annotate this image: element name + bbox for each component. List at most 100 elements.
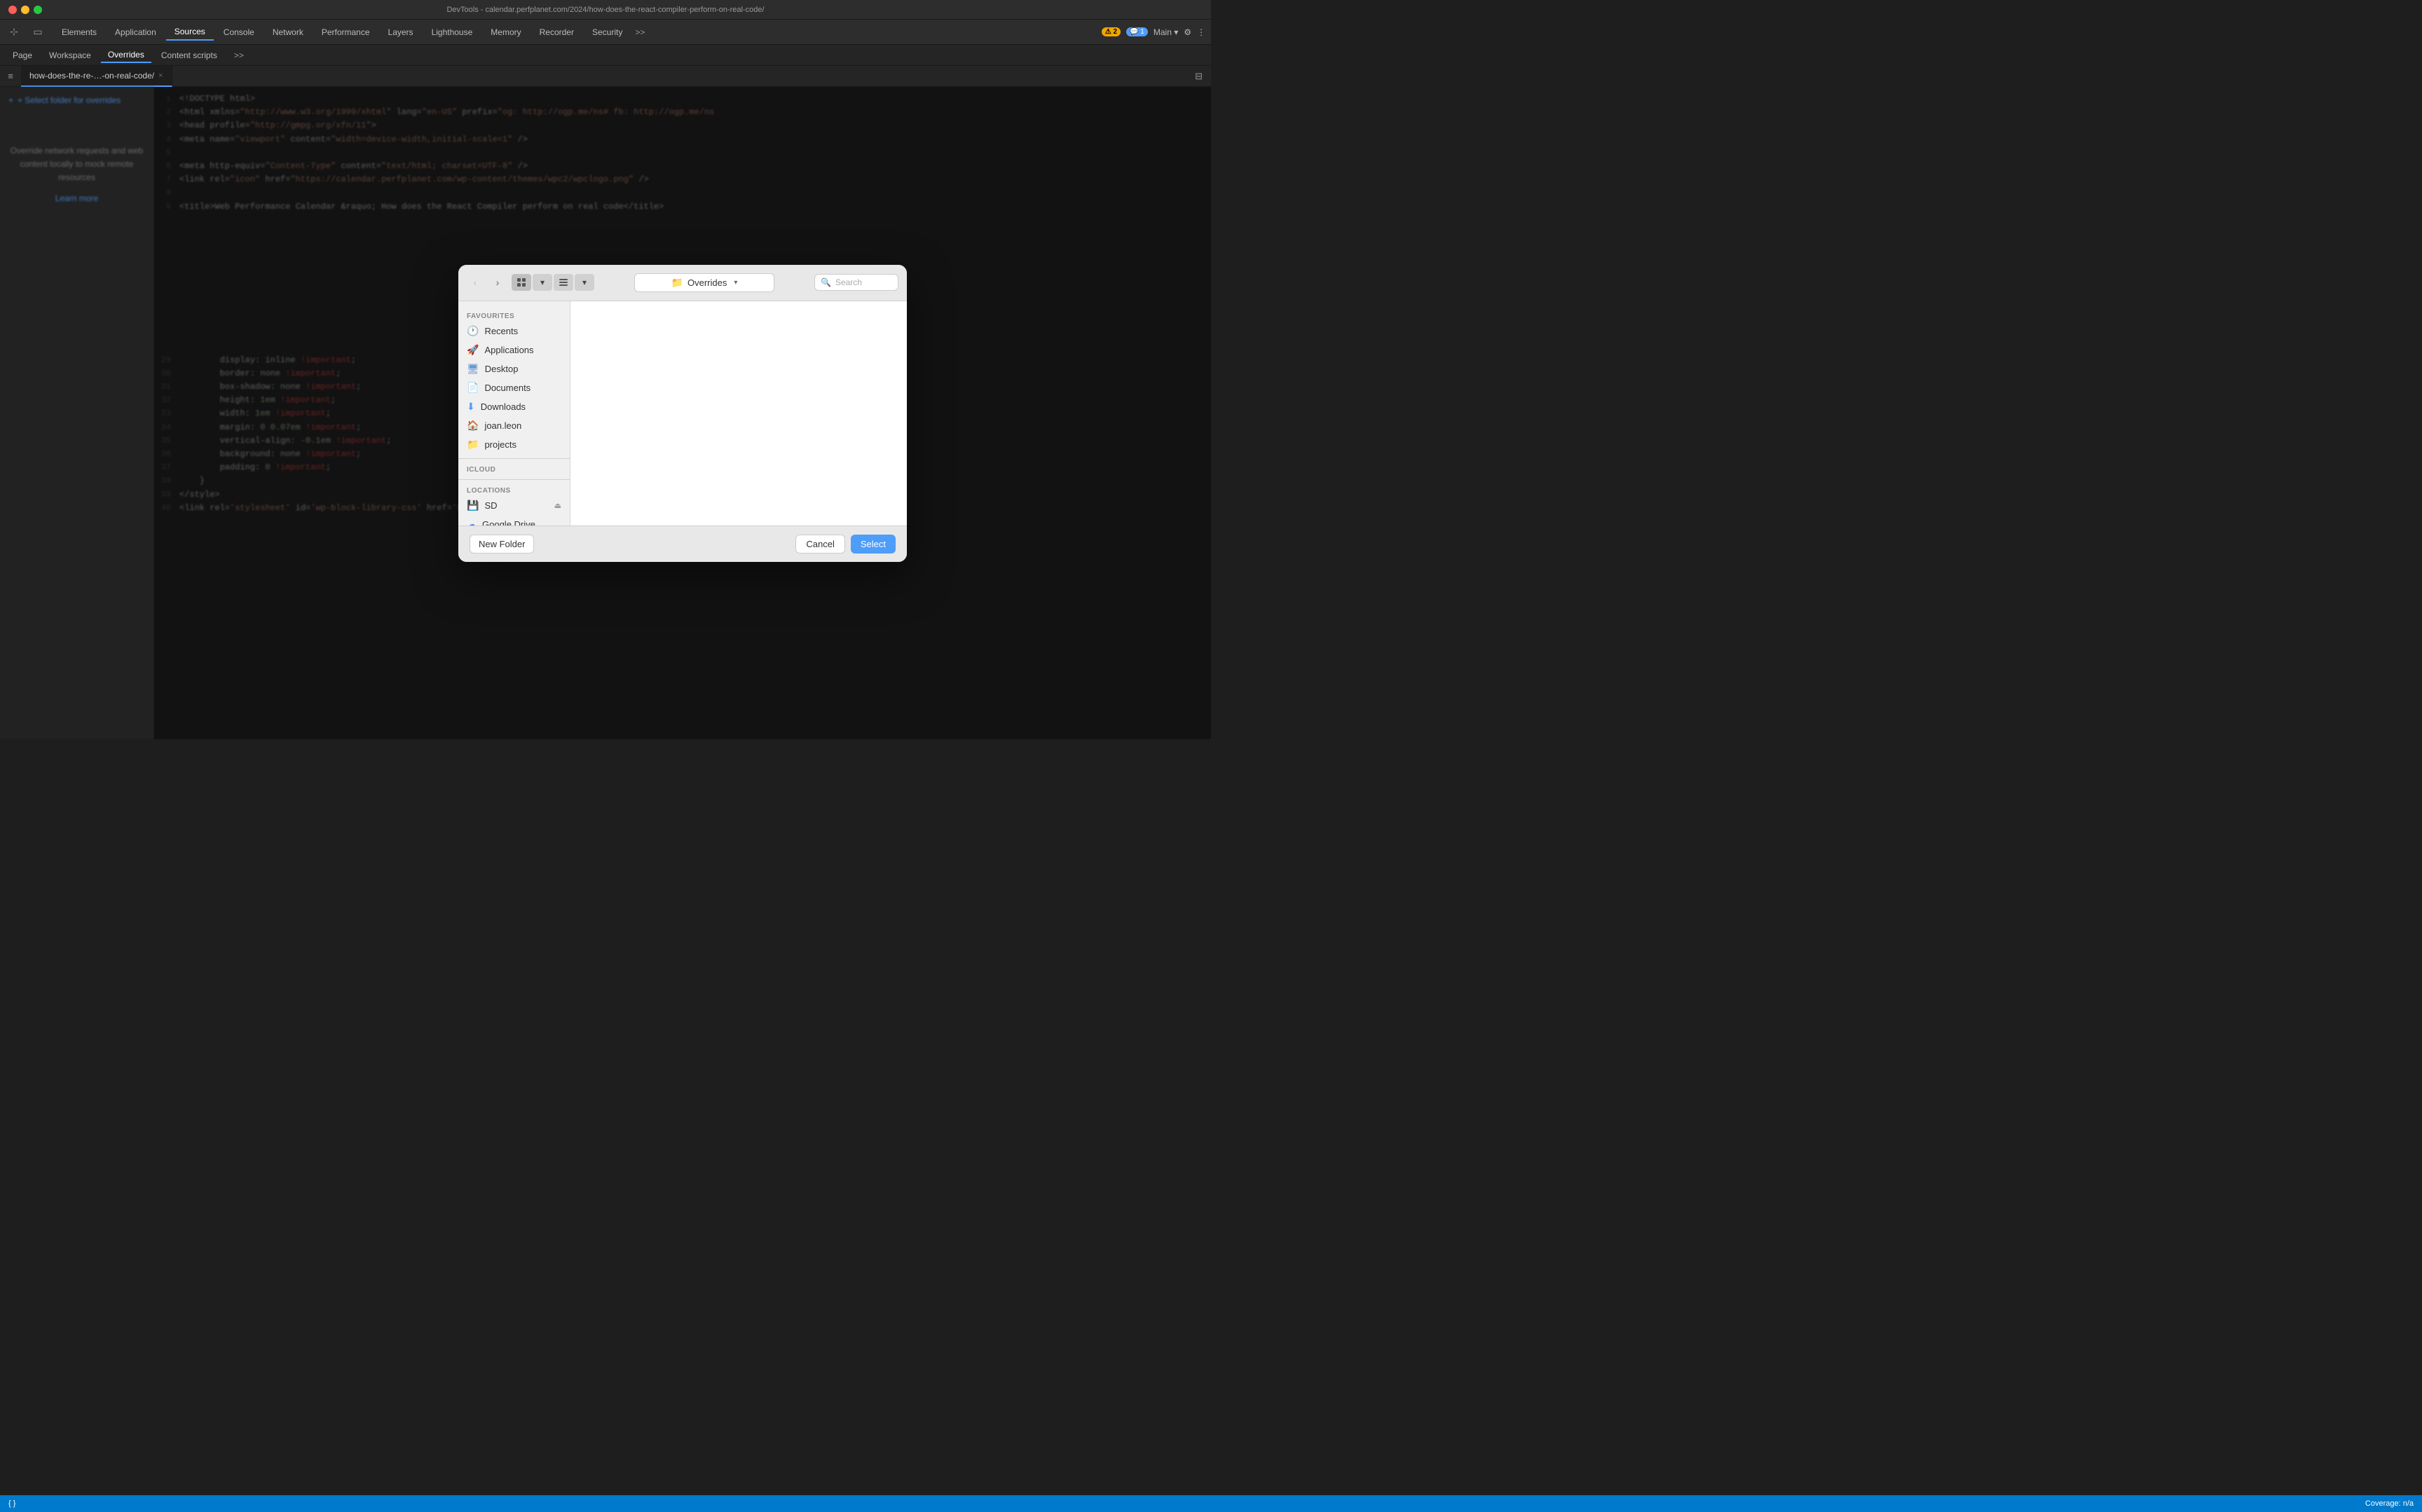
picker-back-button[interactable]: ‹ — [467, 274, 484, 291]
sidebar-item-applications[interactable]: 🚀 Applications — [458, 341, 570, 359]
locations-section-label: Locations — [458, 484, 570, 496]
tab-elements[interactable]: Elements — [53, 25, 105, 40]
sidebar-item-desktop-label: Desktop — [485, 364, 519, 374]
select-button[interactable]: Select — [851, 535, 896, 554]
left-panel: + + Select folder for overrides Override… — [0, 87, 154, 739]
status-area: ⚠ 2 💬 1 Main ▾ ⚙ ⋮ — [1102, 27, 1205, 37]
recents-icon: 🕐 — [467, 325, 479, 337]
messages-badge: 💬 1 — [1126, 27, 1148, 36]
sub-tab-page[interactable]: Page — [6, 48, 39, 62]
more-tabs-button[interactable]: >> — [632, 25, 648, 40]
sidebar-divider-2 — [458, 479, 570, 480]
sidebar-item-projects[interactable]: 📁 projects — [458, 435, 570, 454]
tab-memory[interactable]: Memory — [482, 25, 529, 40]
sidebar-item-documents-label: Documents — [484, 383, 531, 393]
picker-content — [570, 301, 907, 525]
picker-body: Favourites 🕐 Recents 🚀 Applications 🖥 De… — [458, 301, 907, 525]
sidebar-item-joan-leon-label: joan.leon — [484, 420, 521, 431]
sidebar-item-recents[interactable]: 🕐 Recents — [458, 322, 570, 341]
picker-grid-view-button[interactable] — [512, 274, 531, 291]
sub-tab-overrides[interactable]: Overrides — [101, 48, 151, 63]
file-tab-bar: ≡ how-does-the-re-…-on-real-code/ × ⊟ — [0, 66, 1211, 87]
home-icon: 🏠 — [467, 420, 479, 432]
picker-sidebar: Favourites 🕐 Recents 🚀 Applications 🖥 De… — [458, 301, 570, 525]
sidebar-item-google-drive-1[interactable]: ☁ Google Drive... — [458, 515, 570, 525]
sub-tab-workspace[interactable]: Workspace — [42, 48, 98, 62]
file-tab-close-icon[interactable]: × — [158, 71, 163, 80]
tab-performance[interactable]: Performance — [313, 25, 378, 40]
picker-search-input[interactable] — [835, 277, 892, 287]
learn-more-link[interactable]: Learn more — [8, 193, 145, 203]
sidebar-item-sd-label: SD — [484, 500, 497, 511]
code-editor-panel: 1 <!DOCTYPE html> 2 <html xmlns="http://… — [154, 87, 1211, 739]
settings-icon[interactable]: ⚙ — [1184, 27, 1191, 37]
tab-network[interactable]: Network — [264, 25, 312, 40]
cursor-icon[interactable]: ⊹ — [6, 24, 22, 41]
sd-icon: 💾 — [467, 500, 479, 511]
plus-icon: + — [8, 95, 13, 105]
sidebar-toggle-icon[interactable]: ≡ — [0, 66, 21, 87]
picker-chevron-view-button[interactable]: ▾ — [533, 274, 552, 291]
sidebar-item-documents[interactable]: 📄 Documents — [458, 378, 570, 397]
picker-location-dropdown-icon: ▾ — [734, 279, 737, 287]
sidebar-item-joan-leon[interactable]: 🏠 joan.leon — [458, 416, 570, 435]
projects-icon: 📁 — [467, 439, 479, 451]
sidebar-item-desktop[interactable]: 🖥 Desktop — [458, 359, 570, 378]
select-folder-button[interactable]: + + Select folder for overrides — [8, 95, 145, 105]
tab-console[interactable]: Console — [215, 25, 263, 40]
sidebar-divider-1 — [458, 458, 570, 459]
close-button[interactable] — [8, 6, 17, 14]
maximize-button[interactable] — [34, 6, 42, 14]
sidebar-item-downloads[interactable]: ⬇ Downloads — [458, 397, 570, 416]
picker-toolbar: ‹ › ▾ — [458, 265, 907, 301]
folder-icon: 📁 — [671, 277, 683, 289]
sidebar-item-projects-label: projects — [484, 439, 516, 450]
documents-icon: 📄 — [467, 382, 479, 394]
more-options-icon[interactable]: ⋮ — [1197, 27, 1205, 37]
new-folder-button[interactable]: New Folder — [470, 535, 534, 554]
traffic-lights — [8, 6, 42, 14]
tab-lighthouse[interactable]: Lighthouse — [423, 25, 481, 40]
footer-actions: Cancel Select — [795, 535, 896, 554]
override-description: Override network requests and web conten… — [8, 144, 145, 185]
sidebar-item-google-drive-1-label: Google Drive... — [482, 519, 543, 525]
cancel-button[interactable]: Cancel — [795, 535, 844, 554]
device-icon[interactable]: ▭ — [29, 24, 46, 41]
icloud-section-label: iCloud — [458, 463, 570, 475]
tab-layers[interactable]: Layers — [380, 25, 422, 40]
file-tab-label: how-does-the-re-…-on-real-code/ — [29, 71, 154, 81]
search-icon: 🔍 — [821, 277, 831, 287]
select-folder-label: + Select folder for overrides — [18, 95, 121, 105]
sub-tab-content-scripts[interactable]: Content scripts — [154, 48, 224, 62]
picker-search-container: 🔍 — [814, 274, 898, 291]
eject-icon[interactable]: ⏏ — [554, 501, 561, 510]
warnings-badge: ⚠ 2 — [1102, 27, 1121, 36]
picker-view-controls: ▾ ▾ — [512, 274, 594, 291]
minimize-button[interactable] — [21, 6, 29, 14]
more-sub-tabs-button[interactable]: >> — [227, 48, 251, 62]
tab-security[interactable]: Security — [584, 25, 631, 40]
picker-list-view-button[interactable] — [554, 274, 573, 291]
panel-toggle-icon[interactable]: ⊟ — [1192, 68, 1205, 85]
sidebar-item-sd[interactable]: 💾 SD ⏏ — [458, 496, 570, 515]
file-tab[interactable]: how-does-the-re-…-on-real-code/ × — [21, 66, 172, 87]
devtools-tab-bar: ⊹ ▭ Elements Application Sources Console… — [0, 20, 1211, 45]
sidebar-item-applications-label: Applications — [484, 345, 533, 355]
applications-icon: 🚀 — [467, 344, 479, 356]
modal-overlay: ‹ › ▾ — [154, 87, 1211, 739]
tab-application[interactable]: Application — [107, 25, 165, 40]
picker-footer: New Folder Cancel Select — [458, 525, 907, 562]
picker-location-pill[interactable]: 📁 Overrides ▾ — [634, 273, 774, 292]
sub-tab-bar: Page Workspace Overrides Content scripts… — [0, 45, 1211, 66]
picker-forward-button[interactable]: › — [489, 274, 506, 291]
desktop-icon: 🖥 — [467, 363, 479, 375]
picker-list-chevron-button[interactable]: ▾ — [575, 274, 594, 291]
status-bar-right: Coverage: n/a — [2365, 1499, 2414, 1508]
tab-recorder[interactable]: Recorder — [531, 25, 582, 40]
status-bar-left: { } — [8, 1499, 15, 1508]
downloads-icon: ⬇ — [467, 401, 475, 413]
tab-sources[interactable]: Sources — [166, 24, 214, 41]
picker-breadcrumb: 📁 Overrides ▾ — [600, 273, 809, 292]
main-selector[interactable]: Main ▾ — [1154, 27, 1178, 37]
favourites-section-label: Favourites — [458, 310, 570, 322]
